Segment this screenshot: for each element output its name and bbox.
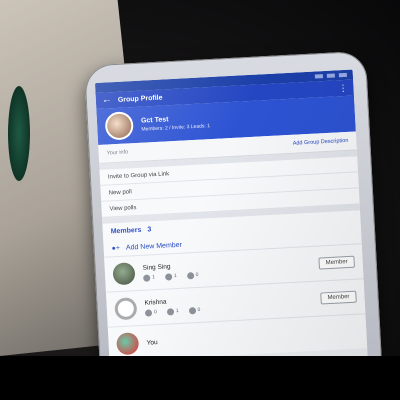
poll-icon <box>143 273 151 282</box>
poll-icon <box>144 308 153 317</box>
handwriting-scribble <box>0 0 20 79</box>
member-role-button[interactable]: Member <box>318 255 355 270</box>
member-avatar <box>116 332 140 356</box>
smartphone: ← Group Profile ⋮ Gct Test Members: 2 / … <box>84 50 382 378</box>
member-stat: 0 <box>197 306 201 313</box>
vote-icon <box>166 307 174 316</box>
back-arrow-icon[interactable]: ← <box>102 94 113 106</box>
vote-icon <box>164 272 173 281</box>
add-member-label: Add New Member <box>125 241 183 252</box>
kebab-menu-icon[interactable]: ⋮ <box>338 82 348 92</box>
member-stat: 1 <box>175 307 179 315</box>
group-avatar[interactable] <box>104 111 134 141</box>
member-stat: 0 <box>195 271 199 279</box>
phone-screen: ← Group Profile ⋮ Gct Test Members: 2 / … <box>94 69 368 373</box>
member-name: You <box>146 338 158 347</box>
member-stat: 0 <box>153 309 157 316</box>
member-stat: 1 <box>152 274 156 281</box>
add-person-icon: ●+ <box>111 244 121 252</box>
photo-scene: ← Group Profile ⋮ Gct Test Members: 2 / … <box>0 0 400 400</box>
add-description-link[interactable]: Add Group Description <box>293 138 349 147</box>
comment-icon <box>186 271 194 280</box>
description-label: Your info <box>106 149 129 157</box>
member-avatar <box>112 262 136 286</box>
members-heading-label: Members <box>110 226 142 236</box>
member-stat: 1 <box>173 273 177 280</box>
member-role-button[interactable]: Member <box>320 290 357 305</box>
dark-foreground <box>0 356 400 400</box>
group-meta: Members: 2 / Invite: 3 Leads: 1 <box>141 122 211 133</box>
green-object <box>8 86 30 181</box>
members-count: 3 <box>147 226 152 234</box>
comment-icon <box>188 306 196 314</box>
member-avatar <box>114 297 138 321</box>
